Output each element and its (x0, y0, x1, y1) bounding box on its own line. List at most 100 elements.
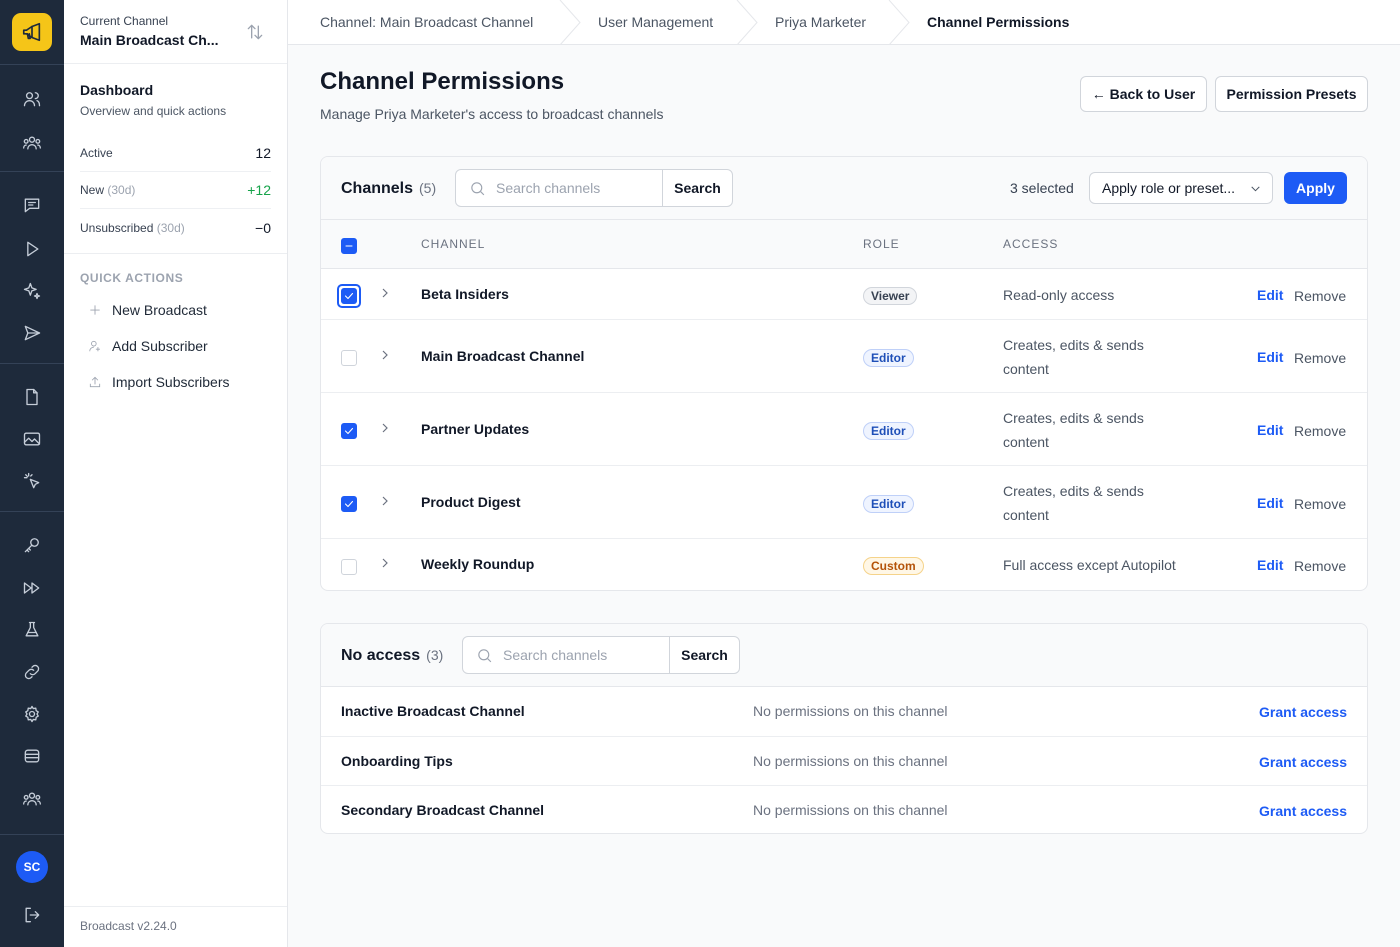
column-header-access: ACCESS (1003, 237, 1059, 251)
chevron-right-icon[interactable] (380, 496, 390, 506)
quick-action-new-broadcast[interactable]: New Broadcast (88, 299, 207, 321)
table-row: Beta Insiders Viewer Read-only access Ed… (321, 269, 1367, 320)
edit-link[interactable]: Edit (1257, 495, 1283, 511)
channel-name: Beta Insiders (421, 286, 509, 302)
chevron-right-icon[interactable] (380, 423, 390, 433)
database-icon[interactable] (20, 744, 44, 768)
current-channel-name[interactable]: Main Broadcast Ch... (80, 32, 218, 48)
search-icon (478, 648, 492, 662)
logout-icon[interactable] (20, 903, 44, 927)
row-checkbox[interactable] (341, 559, 357, 575)
grant-access-link[interactable]: Grant access (1259, 754, 1347, 770)
breadcrumb-user-management[interactable]: User Management (598, 14, 713, 30)
role-badge: Editor (863, 495, 914, 513)
channel-sidebar: Current Channel Main Broadcast Ch... Das… (64, 0, 288, 947)
user-avatar[interactable]: SC (16, 851, 48, 883)
channels-title: Channels (5) (341, 180, 436, 198)
subscribers-icon[interactable] (20, 87, 44, 111)
no-access-search-input[interactable]: Search channels (463, 637, 669, 673)
rail-divider (0, 64, 64, 65)
image-icon[interactable] (20, 427, 44, 451)
table-row: Weekly Roundup Custom Full access except… (321, 539, 1367, 590)
switch-channel-icon[interactable] (245, 22, 265, 42)
quick-action-add-subscriber[interactable]: Add Subscriber (88, 335, 208, 357)
stat-label: Active (80, 146, 113, 160)
stat-value: −0 (255, 219, 271, 236)
fast-forward-icon[interactable] (20, 576, 44, 600)
rail-divider (0, 511, 64, 512)
grant-access-link[interactable]: Grant access (1259, 704, 1347, 720)
channel-name: Weekly Roundup (421, 556, 535, 572)
send-icon[interactable] (20, 321, 44, 345)
click-icon[interactable] (20, 469, 44, 493)
row-checkbox[interactable] (341, 350, 357, 366)
edit-link[interactable]: Edit (1257, 557, 1283, 573)
channel-name: Main Broadcast Channel (421, 348, 585, 364)
quick-action-label: Add Subscriber (112, 338, 208, 354)
messages-icon[interactable] (20, 193, 44, 217)
team-icon[interactable] (20, 787, 44, 811)
document-icon[interactable] (20, 385, 44, 409)
sparkles-icon[interactable] (20, 279, 44, 303)
row-checkbox[interactable] (341, 423, 357, 439)
edit-link[interactable]: Edit (1257, 422, 1283, 438)
stat-label: New (80, 183, 105, 197)
upload-icon (89, 376, 101, 388)
chevron-right-icon[interactable] (380, 350, 390, 360)
no-access-search: Search channels Search (462, 636, 740, 674)
row-checkbox[interactable] (341, 288, 357, 304)
role-badge: Viewer (863, 287, 918, 305)
select-all-checkbox[interactable] (341, 238, 357, 254)
gear-icon[interactable] (20, 702, 44, 726)
breadcrumb-user[interactable]: Priya Marketer (775, 14, 866, 30)
key-icon[interactable] (20, 533, 44, 557)
quick-action-import-subscribers[interactable]: Import Subscribers (88, 371, 229, 393)
remove-link[interactable]: Remove (1294, 558, 1346, 574)
rail-divider (0, 834, 64, 835)
row-checkbox[interactable] (341, 496, 357, 512)
chevron-right-icon[interactable] (380, 288, 390, 298)
bulk-role-select[interactable]: Apply role or preset... (1089, 172, 1273, 204)
stat-value: 12 (255, 145, 271, 161)
no-access-title: No access (3) (341, 647, 443, 665)
rail-divider (0, 171, 64, 172)
edit-link[interactable]: Edit (1257, 287, 1283, 303)
grant-access-link[interactable]: Grant access (1259, 803, 1347, 819)
channels-search-input[interactable]: Search channels (456, 170, 662, 206)
search-placeholder: Search channels (496, 180, 601, 196)
no-access-count: (3) (426, 647, 444, 663)
table-row: Partner Updates Editor Creates, edits & … (321, 393, 1367, 466)
quick-action-label: New Broadcast (112, 302, 207, 318)
channels-card: Channels (5) Search channels Search 3 sel… (320, 156, 1368, 591)
no-access-search-button[interactable]: Search (669, 637, 739, 673)
check-icon (344, 292, 354, 300)
dashboard-link[interactable]: Dashboard (80, 82, 153, 98)
breadcrumb-channel[interactable]: Channel: Main Broadcast Channel (320, 14, 533, 30)
app-version: Broadcast v2.24.0 (80, 919, 177, 933)
no-access-card-header: No access (3) Search channels Search (321, 624, 1367, 687)
link-icon[interactable] (20, 660, 44, 684)
page-subtitle: Manage Priya Marketer's access to broadc… (320, 106, 664, 122)
back-to-user-button[interactable]: ← Back to User (1080, 76, 1207, 112)
remove-link[interactable]: Remove (1294, 350, 1346, 366)
megaphone-logo-icon[interactable] (12, 13, 52, 51)
list-item: Inactive Broadcast Channel No permission… (321, 687, 1367, 736)
channel-name: Onboarding Tips (341, 753, 453, 769)
breadcrumb-separator-icon (559, 0, 581, 45)
play-icon[interactable] (20, 237, 44, 261)
permission-presets-button[interactable]: Permission Presets (1215, 76, 1368, 112)
add-user-icon (89, 340, 100, 352)
apply-button[interactable]: Apply (1284, 172, 1347, 204)
flask-icon[interactable] (20, 618, 44, 642)
remove-link[interactable]: Remove (1294, 423, 1346, 439)
edit-link[interactable]: Edit (1257, 349, 1283, 365)
page-title: Channel Permissions (320, 68, 565, 95)
remove-link[interactable]: Remove (1294, 496, 1346, 512)
remove-link[interactable]: Remove (1294, 288, 1346, 304)
chevron-right-icon[interactable] (380, 558, 390, 568)
stat-period: (30d) (156, 220, 185, 235)
channel-name: Secondary Broadcast Channel (341, 802, 545, 818)
bulk-role-value: Apply role or preset... (1102, 180, 1236, 196)
segments-icon[interactable] (20, 131, 44, 155)
channels-search-button[interactable]: Search (662, 170, 732, 206)
